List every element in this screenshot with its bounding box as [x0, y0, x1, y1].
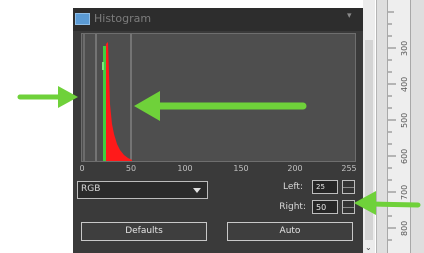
histogram-green-peak	[102, 62, 104, 70]
x-tick-label: 100	[177, 164, 193, 173]
vertical-scrollbar[interactable]: ⌄	[363, 0, 375, 253]
scrollbar-thumb[interactable]	[365, 40, 373, 240]
x-tick-label: 255	[341, 164, 357, 173]
panel-title-bar[interactable]: Histogram ▾	[73, 8, 363, 31]
channel-select-value: RGB	[81, 184, 101, 194]
x-tick-label: 0	[79, 164, 85, 173]
scroll-down-icon[interactable]: ⌄	[365, 243, 372, 252]
stepper-down-button[interactable]	[343, 187, 354, 193]
ruler-label: 400	[400, 76, 409, 92]
right-value-stepper[interactable]	[342, 200, 355, 214]
histogram-app-icon	[75, 13, 90, 25]
histogram-red-channel	[104, 42, 132, 161]
ruler-label: 600	[400, 148, 409, 164]
vertical-ruler: 300 400 500 600 700 800	[376, 0, 424, 253]
left-field-label: Left:	[283, 182, 303, 192]
ruler-label: 500	[400, 112, 409, 128]
panel-title: Histogram	[94, 12, 152, 25]
stepper-down-button[interactable]	[343, 207, 354, 213]
right-field-label: Right:	[279, 202, 306, 212]
histogram-plot[interactable]	[81, 33, 356, 162]
right-value-input[interactable]: 50	[312, 200, 338, 214]
ruler-label: 700	[400, 184, 409, 200]
x-tick-label: 150	[233, 164, 249, 173]
channel-select[interactable]: RGB	[77, 181, 208, 199]
annotation-arrow-right	[17, 86, 78, 108]
left-value-input[interactable]: 25	[312, 180, 338, 194]
left-value-stepper[interactable]	[342, 180, 355, 194]
histogram-x-axis: 0 50 100 150 200 255	[73, 164, 363, 176]
histogram-panel: Histogram ▾ 0 50 100 150 200 255 RGB Lef…	[73, 8, 363, 253]
chevron-down-icon	[193, 188, 201, 193]
histogram-canvas	[83, 34, 132, 161]
auto-button[interactable]: Auto	[227, 222, 353, 241]
x-tick-label: 50	[125, 164, 137, 173]
ruler-track: 300 400 500 600 700 800	[387, 0, 411, 253]
panel-menu-icon[interactable]: ▾	[347, 11, 352, 21]
x-tick-label: 200	[287, 164, 303, 173]
ruler-label: 800	[400, 220, 409, 236]
defaults-button[interactable]: Defaults	[81, 222, 207, 241]
ruler-label: 300	[400, 40, 409, 56]
